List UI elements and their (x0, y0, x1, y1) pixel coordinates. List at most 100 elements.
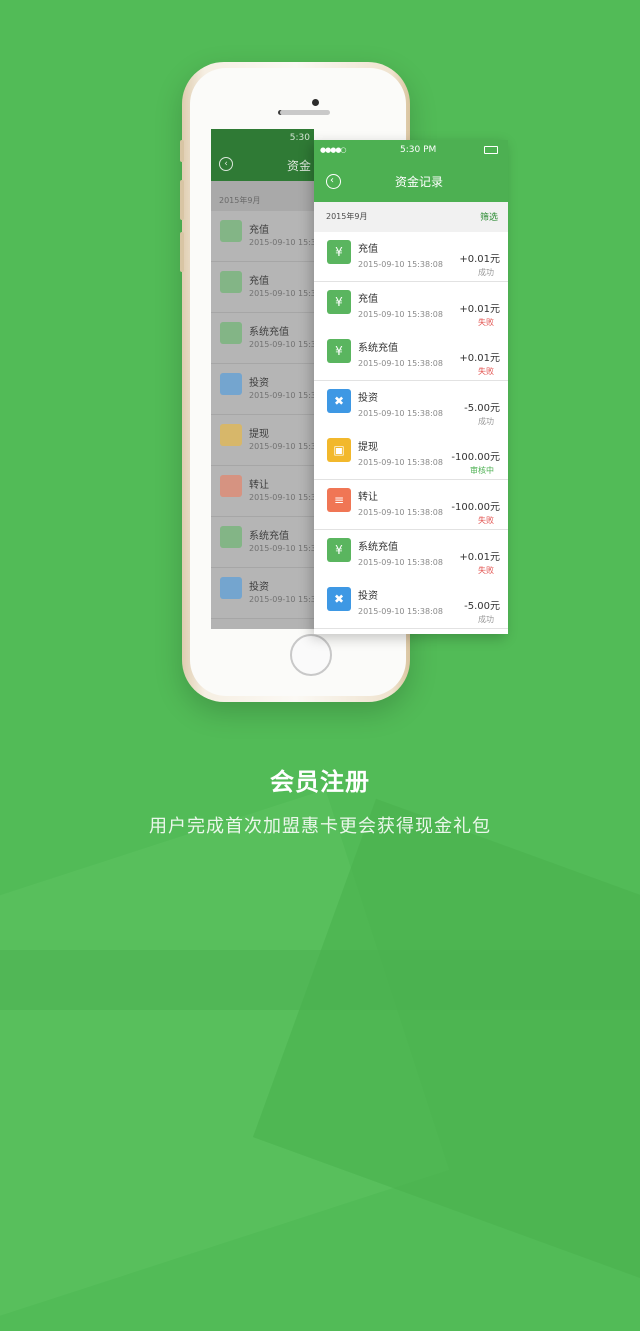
phone-item-label: 转让 (249, 480, 269, 491)
filter-button[interactable]: 筛选 (480, 210, 498, 223)
transaction-amount: -100.00元 (451, 452, 500, 464)
transaction-row[interactable]: ¥ 充值 2015-09-10 15:38:08 +0.01元失败 (314, 281, 508, 332)
transaction-status: 失败 (478, 565, 494, 575)
phone-list-item: 充值 2015-09-10 15:38:0 (211, 262, 314, 313)
phone-item-datetime: 2015-09-10 15:38:0 (249, 391, 314, 400)
money-bag-icon: ¥ (327, 339, 351, 364)
transaction-amount: +0.01元 (459, 551, 500, 563)
transaction-datetime: 2015-09-10 15:38:08 (358, 557, 443, 567)
transaction-datetime: 2015-09-10 15:38:08 (358, 607, 443, 617)
money-bag-icon (220, 220, 242, 242)
phone-item-label: 提现 (249, 429, 269, 440)
headline: 会员注册 (270, 768, 370, 796)
back-icon: ‹ (219, 157, 233, 171)
phone-month-header: 2015年9月 (211, 181, 314, 211)
transaction-label: 投资 (358, 591, 378, 603)
phone-item-datetime: 2015-09-10 15:38:0 (249, 289, 314, 298)
ticket-icon (220, 373, 242, 395)
transaction-datetime: 2015-09-10 15:38:08 (358, 260, 443, 269)
ticket-icon: ✖ (327, 388, 351, 413)
volume-button (180, 180, 184, 220)
transaction-row[interactable]: ▣ 提现 2015-09-10 15:38:08 -100.00元 审核中 (314, 430, 508, 481)
transaction-row[interactable]: ¥ 充值 2015-09-10 15:38:08 +0.01元成功 (314, 232, 508, 282)
signal-icon: ●●●●○ (320, 146, 347, 154)
background-shape (0, 950, 640, 1010)
transaction-status: 失败 (478, 367, 494, 377)
subheadline: 用户完成首次加盟惠卡更会获得现金礼包 (149, 816, 491, 837)
phone-item-label: 系统充值 (249, 327, 289, 338)
transfer-icon (220, 475, 242, 497)
transfer-icon: ≡ (327, 488, 351, 512)
transaction-amount: +0.01元 (459, 254, 500, 265)
transaction-datetime: 2015-09-10 15:38:08 (358, 408, 443, 418)
fund-records-card: ●●●●○ 5:30 PM ‹ 资金记录 2015年9月 筛选 ¥ 充值 2015-… (314, 140, 508, 634)
transaction-row[interactable]: ✖ 投资 2015-09-10 15:38:08 -5.00元成功 (314, 579, 508, 630)
phone-list-item: 转让 2015-09-10 15:38:0 (211, 466, 314, 517)
phone-list-item: 提现 2015-09-10 15:38:0 (211, 415, 314, 466)
transaction-row[interactable]: ≡ 转让 2015-09-10 15:38:08 -100.00元失败 (314, 480, 508, 530)
transaction-status: 失败 (478, 317, 494, 327)
camera-icon (312, 99, 319, 106)
transaction-datetime: 2015-09-10 15:38:08 (358, 458, 443, 468)
volume-button (180, 140, 184, 162)
battery-icon (484, 146, 498, 154)
phone-list-item: 充值 2015-09-10 15:38:0 (211, 211, 314, 262)
back-button[interactable]: ‹ (326, 174, 341, 189)
phone-item-datetime: 2015-09-10 15:38:0 (249, 442, 314, 451)
phone-item-datetime: 2015-09-10 15:38:0 (249, 493, 314, 502)
month-header: 2015年9月 筛选 (314, 202, 508, 233)
money-bag-icon: ¥ (327, 240, 351, 264)
phone-screen: 5:30 ‹ 资金 2015年9月 充值2015-09-10 15:38:0充值… (211, 129, 314, 629)
phone-list-item: 系统充值 2015-09-10 15:38:0 (211, 313, 314, 364)
transaction-amount: -5.00元 (464, 601, 500, 613)
phone-list-item: 系统充值 2015-09-10 15:38:0 (211, 517, 314, 568)
transaction-status: 成功 (478, 615, 494, 625)
page-title: 资金记录 (395, 175, 444, 189)
phone-item-label: 投资 (249, 582, 269, 593)
transaction-amount: -5.00元 (464, 402, 500, 414)
phone-list-item: 投资 2015-09-10 15:38:0 (211, 364, 314, 415)
status-bar: ●●●●○ 5:30 PM (314, 140, 508, 162)
transaction-datetime: 2015-09-10 15:38:08 (358, 359, 443, 369)
volume-button (180, 232, 184, 272)
nav-bar: ‹ 资金记录 (314, 146, 508, 202)
transaction-label: 转让 (358, 492, 378, 503)
transaction-row[interactable]: ¥ 系统充值 2015-09-10 15:38:08 +0.01元失败 (314, 529, 508, 580)
money-bag-icon: ¥ (327, 289, 351, 314)
phone-item-label: 投资 (249, 378, 269, 389)
transaction-label: 充值 (358, 244, 378, 255)
status-time: 5:30 PM (400, 145, 437, 155)
phone-status-time: 5:30 (289, 133, 310, 143)
home-button (290, 634, 332, 676)
transaction-row[interactable]: ✖ 投资 2015-09-10 15:38:08 -5.00元 成功 (314, 380, 508, 431)
transaction-status: 审核中 (470, 466, 494, 476)
phone-item-datetime: 2015-09-10 15:38:0 (249, 595, 314, 604)
transaction-label: 充值 (358, 293, 378, 305)
transaction-label: 系统充值 (358, 541, 398, 553)
phone-item-datetime: 2015-09-10 15:38:0 (249, 238, 314, 247)
phone-nav-title: 资金 (287, 159, 312, 173)
ticket-icon: ✖ (327, 587, 351, 612)
money-bag-icon (220, 322, 242, 344)
phone-item-label: 充值 (249, 225, 269, 236)
transaction-amount: +0.01元 (459, 353, 500, 365)
ticket-icon (220, 577, 242, 599)
money-bag-icon: ¥ (327, 537, 351, 562)
wallet-icon: ▣ (327, 438, 351, 463)
transaction-status: 成功 (478, 268, 494, 277)
transaction-row[interactable]: ¥ 系统充值 2015-09-10 15:38:08 +0.01元 失败 (314, 331, 508, 382)
phone-item-datetime: 2015-09-10 15:38:0 (249, 340, 314, 349)
phone-item-label: 充值 (249, 276, 269, 287)
transaction-amount: +0.01元 (459, 303, 500, 315)
phone-item-datetime: 2015-09-10 15:38:0 (249, 544, 314, 553)
transaction-status: 失败 (478, 516, 494, 525)
phone-list-item: 投资 2015-09-10 15:38:0 (211, 568, 314, 619)
transaction-status: 成功 (478, 416, 494, 426)
speaker-grille (280, 110, 330, 115)
phone-status-bar: 5:30 (211, 129, 314, 149)
transaction-amount: -100.00元 (451, 502, 500, 513)
phone-item-label: 系统充值 (249, 531, 289, 542)
transaction-datetime: 2015-09-10 15:38:08 (358, 309, 443, 319)
transaction-datetime: 2015-09-10 15:38:08 (358, 508, 443, 517)
month-label: 2015年9月 (326, 212, 368, 221)
